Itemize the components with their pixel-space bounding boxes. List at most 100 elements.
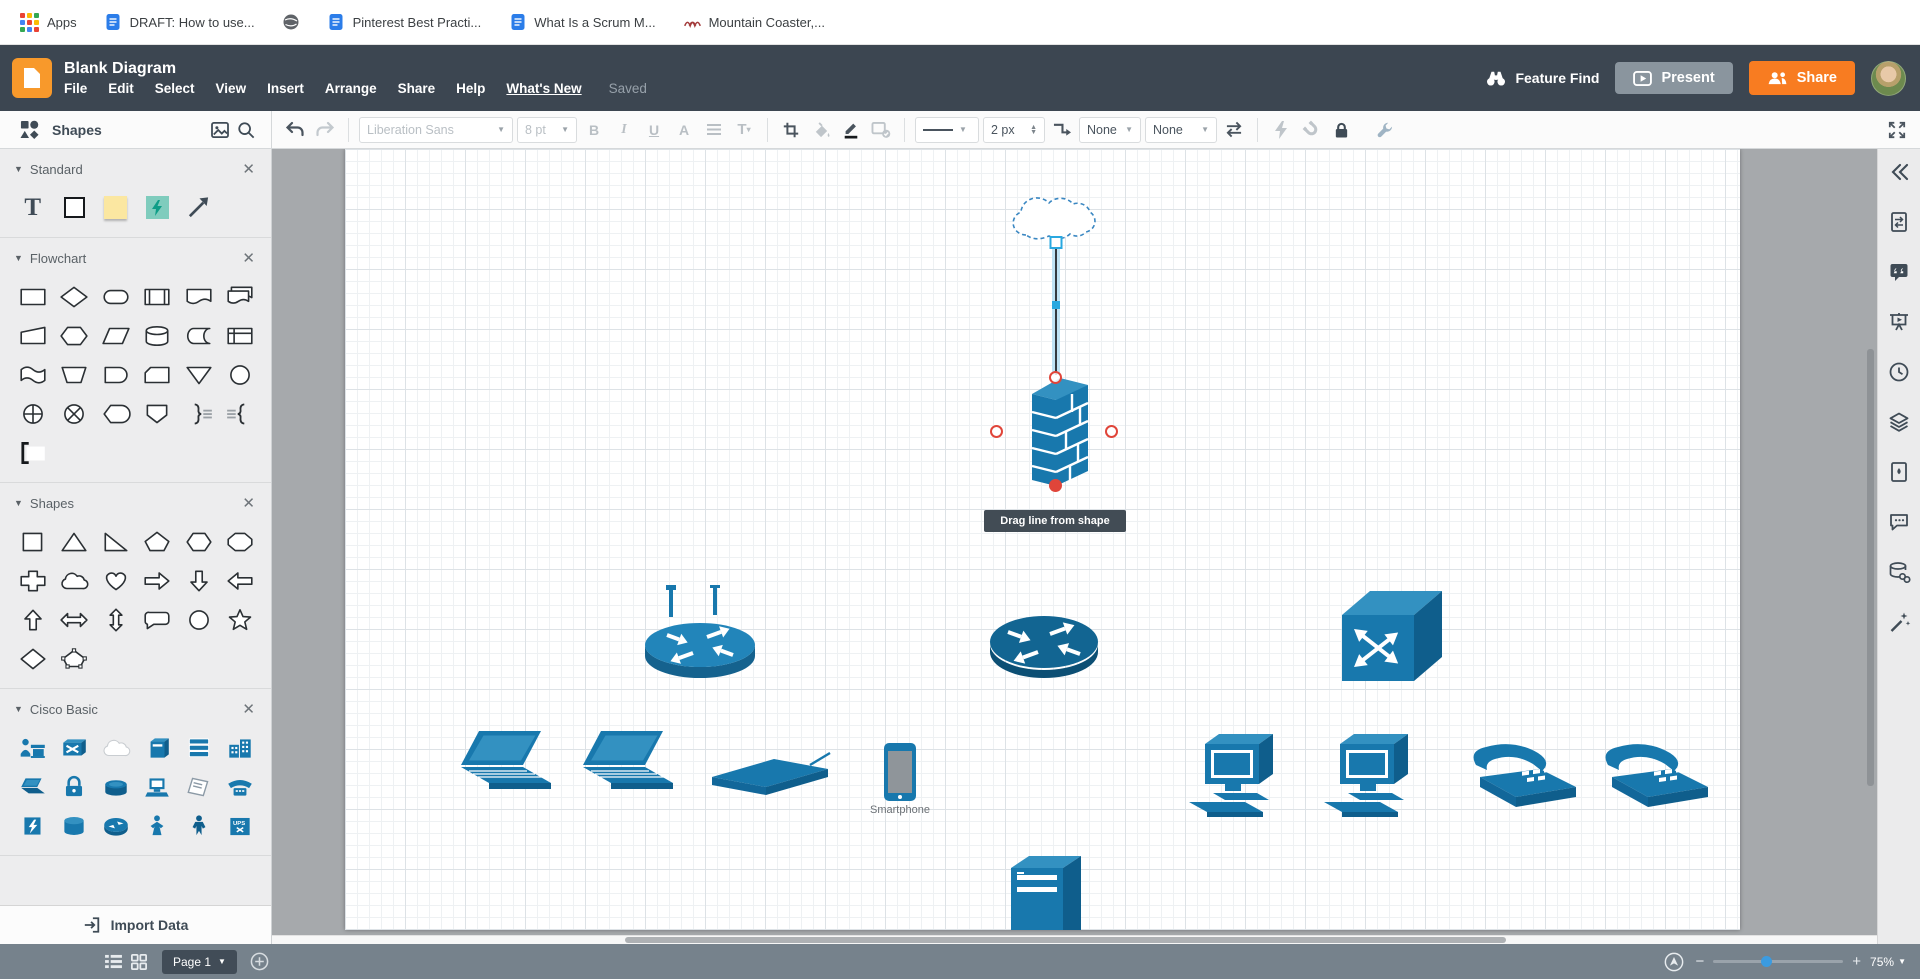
shape-multiple-documents[interactable] bbox=[220, 277, 262, 316]
shape-arrow[interactable] bbox=[178, 188, 220, 227]
shape-summing-junction[interactable] bbox=[54, 394, 96, 433]
cloud-shape[interactable] bbox=[1000, 177, 1112, 243]
shape-decision[interactable] bbox=[54, 277, 96, 316]
shape-process[interactable] bbox=[12, 277, 54, 316]
connector-line[interactable] bbox=[1045, 235, 1067, 385]
magic-wand-icon[interactable] bbox=[1884, 607, 1914, 637]
shape-server[interactable] bbox=[137, 728, 179, 767]
shape-ups[interactable]: UPS bbox=[220, 806, 262, 845]
shape-standing-man[interactable] bbox=[178, 806, 220, 845]
shape-triangle[interactable] bbox=[54, 522, 96, 561]
switch-shape[interactable] bbox=[1334, 583, 1446, 697]
menu-edit[interactable]: Edit bbox=[108, 81, 134, 96]
line-color-icon[interactable] bbox=[838, 117, 864, 143]
shape-off-page[interactable] bbox=[137, 394, 179, 433]
underline-button[interactable]: U bbox=[641, 122, 667, 138]
apps-shortcut[interactable]: Apps bbox=[20, 13, 77, 32]
line-width-stepper[interactable]: 2 px ▲▼ bbox=[983, 117, 1045, 143]
shape-card[interactable] bbox=[137, 355, 179, 394]
shape-heart[interactable] bbox=[95, 561, 137, 600]
line-style-select[interactable]: ▼ bbox=[915, 117, 979, 143]
shape-connector[interactable] bbox=[220, 355, 262, 394]
connection-point-left[interactable] bbox=[990, 425, 1003, 438]
shape-rectangle[interactable] bbox=[54, 188, 96, 227]
shape-laptop[interactable] bbox=[12, 767, 54, 806]
avatar[interactable] bbox=[1871, 61, 1906, 96]
menu-help[interactable]: Help bbox=[456, 81, 485, 96]
vertical-scrollbar[interactable] bbox=[1867, 349, 1874, 786]
present-button[interactable]: Present bbox=[1615, 62, 1732, 94]
ip-phone-shape[interactable] bbox=[1602, 739, 1716, 813]
shape-workstation-user[interactable] bbox=[12, 728, 54, 767]
presentation-icon[interactable] bbox=[1884, 307, 1914, 337]
menu-share[interactable]: Share bbox=[398, 81, 436, 96]
menu-what-s-new[interactable]: What's New bbox=[506, 81, 581, 96]
styles-icon[interactable] bbox=[1884, 457, 1914, 487]
bookmark-what-is-a-scrum-m[interactable]: What Is a Scrum M... bbox=[509, 14, 655, 31]
line-midpoint-handle[interactable] bbox=[1052, 301, 1060, 309]
shape-database-cy[interactable] bbox=[54, 806, 96, 845]
firewall-shape[interactable] bbox=[1028, 374, 1092, 486]
history-icon[interactable] bbox=[1884, 357, 1914, 387]
redo-icon[interactable] bbox=[312, 117, 338, 143]
text-color-button[interactable]: A bbox=[671, 122, 697, 138]
zoom-slider[interactable] bbox=[1713, 960, 1843, 963]
bold-button[interactable]: B bbox=[581, 122, 607, 138]
connection-point-top[interactable] bbox=[1049, 371, 1062, 384]
fill-color-icon[interactable] bbox=[808, 117, 834, 143]
shape-hub[interactable] bbox=[95, 767, 137, 806]
bookmark-draft-how-to-use[interactable]: DRAFT: How to use... bbox=[105, 14, 255, 31]
italic-button[interactable]: I bbox=[611, 122, 637, 138]
text-options-icon[interactable]: T▾ bbox=[731, 117, 757, 143]
line-end-select[interactable]: None▼ bbox=[1145, 117, 1217, 143]
smartphone-shape[interactable] bbox=[883, 742, 917, 802]
laptop-shape[interactable] bbox=[453, 729, 561, 793]
zoom-level[interactable]: 75%▼ bbox=[1870, 955, 1906, 969]
quick-actions-icon[interactable] bbox=[1268, 117, 1294, 143]
magnetize-icon[interactable] bbox=[1298, 117, 1324, 143]
collapse-icon[interactable] bbox=[1884, 157, 1914, 187]
shapes-manager-icon[interactable] bbox=[16, 117, 42, 143]
shape-octagon[interactable] bbox=[220, 522, 262, 561]
shape-pda[interactable] bbox=[178, 767, 220, 806]
font-size-select[interactable]: 8 pt▼ bbox=[517, 117, 577, 143]
swap-endpoints-icon[interactable] bbox=[1221, 117, 1247, 143]
shape-server-power[interactable] bbox=[12, 806, 54, 845]
fullscreen-icon[interactable] bbox=[1884, 117, 1910, 143]
shape-building[interactable] bbox=[220, 728, 262, 767]
shape-ip-phone[interactable] bbox=[220, 767, 262, 806]
shape-delay[interactable] bbox=[95, 355, 137, 394]
ip-phone-shape[interactable] bbox=[1470, 739, 1584, 813]
router-shape[interactable] bbox=[986, 610, 1102, 680]
connection-point-hovered[interactable] bbox=[1049, 479, 1062, 492]
shape-predefined-process[interactable] bbox=[137, 277, 179, 316]
shape-square[interactable] bbox=[12, 522, 54, 561]
desktop-pc-shape[interactable] bbox=[1183, 734, 1295, 822]
shape-lock[interactable] bbox=[54, 767, 96, 806]
menu-select[interactable]: Select bbox=[155, 81, 195, 96]
menu-arrange[interactable]: Arrange bbox=[325, 81, 377, 96]
shape-sticky-note[interactable] bbox=[95, 188, 137, 227]
share-button[interactable]: Share bbox=[1749, 61, 1855, 95]
shape-internal-storage[interactable] bbox=[220, 316, 262, 355]
shape-callout[interactable] bbox=[137, 600, 179, 639]
import-data-button[interactable]: Import Data bbox=[0, 905, 271, 944]
comments-icon[interactable] bbox=[1884, 507, 1914, 537]
shape-document[interactable] bbox=[178, 277, 220, 316]
zoom-in-button[interactable]: + bbox=[1852, 954, 1861, 969]
shape-terminator[interactable] bbox=[95, 277, 137, 316]
bookmark-unnamed-1[interactable] bbox=[283, 14, 300, 31]
shape-bracket[interactable] bbox=[12, 433, 54, 472]
canvas[interactable]: Drag line from shape bbox=[272, 149, 1877, 944]
shape-cloud-white[interactable] bbox=[95, 728, 137, 767]
horizontal-scrollbar-track[interactable] bbox=[272, 935, 1877, 944]
shape-pentagon[interactable] bbox=[137, 522, 179, 561]
shape-router-disc[interactable] bbox=[95, 806, 137, 845]
laptop-shape[interactable] bbox=[575, 729, 683, 793]
collapse-triangle-icon[interactable]: ▼ bbox=[14, 498, 23, 508]
shape-brace-right[interactable] bbox=[178, 394, 220, 433]
shape-text[interactable]: T bbox=[12, 188, 54, 227]
font-family-select[interactable]: Liberation Sans▼ bbox=[359, 117, 513, 143]
zoom-out-button[interactable]: − bbox=[1696, 954, 1705, 969]
shape-paper-tape[interactable] bbox=[12, 355, 54, 394]
